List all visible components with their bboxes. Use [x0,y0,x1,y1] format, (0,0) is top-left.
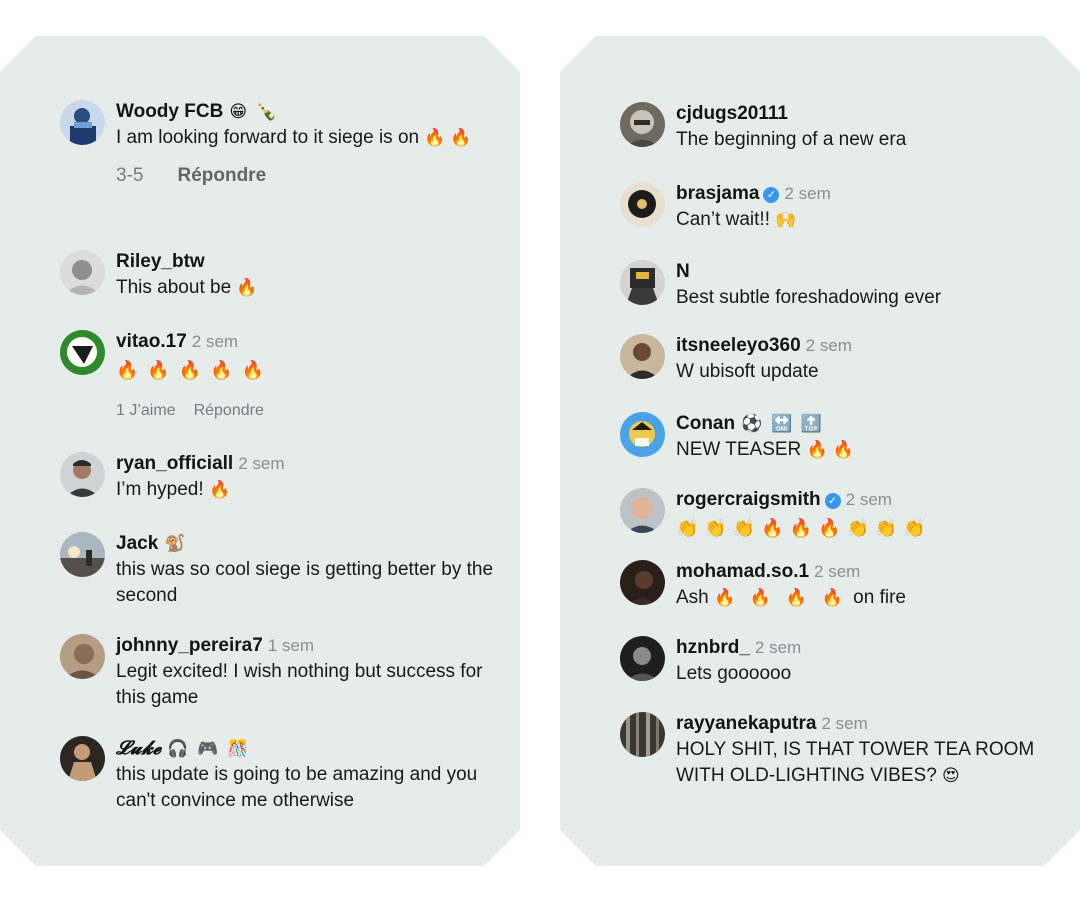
avatar[interactable] [620,334,665,379]
username[interactable]: brasjama [676,183,759,204]
comment-text: I am looking forward to it siege is on [116,127,420,148]
user-emojis: 😁 🍾 [229,102,279,121]
username[interactable]: vitao.17 [116,331,187,352]
username[interactable]: mohamad.so.1 [676,561,809,582]
avatar[interactable] [60,330,105,375]
heart-eyes-emoji: 😍 [942,766,960,785]
avatar[interactable] [60,452,105,497]
reply-button[interactable]: Répondre [194,402,264,419]
comment-text: This about be [116,277,232,298]
comment: Riley_btw This about be 🔥 [60,250,500,301]
username[interactable]: Riley_btw [116,251,205,272]
username[interactable]: hznbrd_ [676,637,750,658]
comment: brasjama ✓ 2 sem Can’t wait!! 🙌 [620,182,1060,233]
comment-text-suffix: on fire [853,587,906,608]
comment-text: W ubisoft update [676,361,819,382]
comment-text: The beginning of a new era [676,129,907,150]
comment-date: 3-5 [116,165,144,186]
comment-text: this was so cool siege is getting better… [116,559,494,606]
username[interactable]: rayyanekaputra [676,713,816,734]
comment-text: I’m hyped! [116,479,204,500]
avatar[interactable] [620,560,665,605]
comment-text: Best subtle foreshadowing ever [676,287,942,308]
comment: rogercraigsmith ✓ 2 sem 👏👏👏🔥🔥🔥👏👏👏 [620,488,1060,542]
comment: hznbrd_ 2 sem Lets goooooo [620,636,1060,687]
avatar[interactable] [60,250,105,295]
comment: N Best subtle foreshadowing ever [620,260,1060,311]
comment-text: Legit excited! I wish nothing but succes… [116,661,483,708]
comment: ryan_officiall 2 sem I’m hyped! 🔥 [60,452,500,503]
fire-emoji: 🔥 [236,278,258,297]
timestamp: 2 sem [845,490,892,509]
timestamp: 2 sem [805,336,852,355]
verified-badge-icon: ✓ [825,493,841,509]
left-comments-panel: Woody FCB 😁 🍾 I am looking forward to it … [0,36,520,866]
username[interactable]: itsneeleyo360 [676,335,801,356]
fire-emoji: 🔥 🔥 [806,440,854,459]
username[interactable]: 𝓛𝓾𝓴𝓮 [116,737,161,759]
raising-hands-emoji: 🙌 [775,210,797,229]
comment: rayyanekaputra 2 sem HOLY SHIT, IS THAT T… [620,712,1060,789]
comment: mohamad.so.1 2 sem Ash 🔥 🔥 🔥 🔥 on fire [620,560,1060,611]
username[interactable]: johnny_pereira7 [116,635,263,656]
fire-emoji: 🔥 🔥 [424,128,472,147]
likes-count[interactable]: 1 J’aime [116,402,176,419]
avatar[interactable] [620,182,665,227]
timestamp: 2 sem [821,714,868,733]
username[interactable]: Conan [676,413,735,434]
username[interactable]: Jack [116,533,158,554]
user-emojis: 🐒 [164,534,188,553]
right-comments-panel: cjdugs20111 The beginning of a new era b… [560,36,1080,866]
fire-emoji: 🔥 🔥 🔥 🔥 [714,588,848,607]
timestamp: 2 sem [814,562,861,581]
comment-text: Ash [676,587,709,608]
username[interactable]: Woody FCB [116,101,223,122]
comment: Woody FCB 😁 🍾 I am looking forward to it … [60,100,500,187]
timestamp: 2 sem [191,332,239,351]
avatar[interactable] [620,412,665,457]
comment-text: Lets goooooo [676,663,792,684]
username[interactable]: N [676,261,690,282]
comment: johnny_pereira7 1 sem Legit excited! I wi… [60,634,500,711]
timestamp: 1 sem [267,636,315,655]
fire-emoji: 🔥 [208,480,231,499]
avatar[interactable] [620,636,665,681]
avatar[interactable] [620,260,665,305]
fire-emojis: 🔥🔥🔥🔥🔥 [116,360,274,380]
comment: Jack 🐒 this was so cool siege is getting … [60,532,500,609]
timestamp: 2 sem [238,454,285,473]
avatar[interactable] [60,634,105,679]
verified-badge-icon: ✓ [763,187,779,203]
comment: vitao.17 2 sem 🔥🔥🔥🔥🔥 1 J’aime Répondre [60,330,500,420]
comment-text: HOLY SHIT, IS THAT TOWER TEA ROOM WITH O… [676,739,1035,786]
comment-text: this update is going to be amazing and y… [116,764,478,811]
reply-button[interactable]: Répondre [177,165,266,186]
comment: itsneeleyo360 2 sem W ubisoft update [620,334,1060,385]
user-emojis: 🎧 🎮 🎊 [167,739,251,758]
username[interactable]: cjdugs20111 [676,103,788,124]
username[interactable]: rogercraigsmith [676,489,821,510]
avatar[interactable] [60,100,105,145]
avatar[interactable] [620,712,665,757]
username[interactable]: ryan_officiall [116,453,233,474]
avatar[interactable] [620,102,665,147]
comment: Conan ⚽ 🔛 🔝 NEW TEASER 🔥 🔥 [620,412,1060,463]
comment: cjdugs20111 The beginning of a new era [620,102,1060,153]
avatar[interactable] [620,488,665,533]
user-emojis: ⚽ 🔛 🔝 [741,414,825,433]
emoji-row: 👏👏👏🔥🔥🔥👏👏👏 [676,518,932,538]
timestamp: 2 sem [754,638,802,657]
avatar[interactable] [60,532,105,577]
comment-text: Can’t wait!! [676,209,770,230]
comment: 𝓛𝓾𝓴𝓮 🎧 🎮 🎊 this update is going to be ama… [60,736,500,814]
comment-text: NEW TEASER [676,439,802,460]
avatar[interactable] [60,736,105,781]
timestamp: 2 sem [784,184,831,203]
